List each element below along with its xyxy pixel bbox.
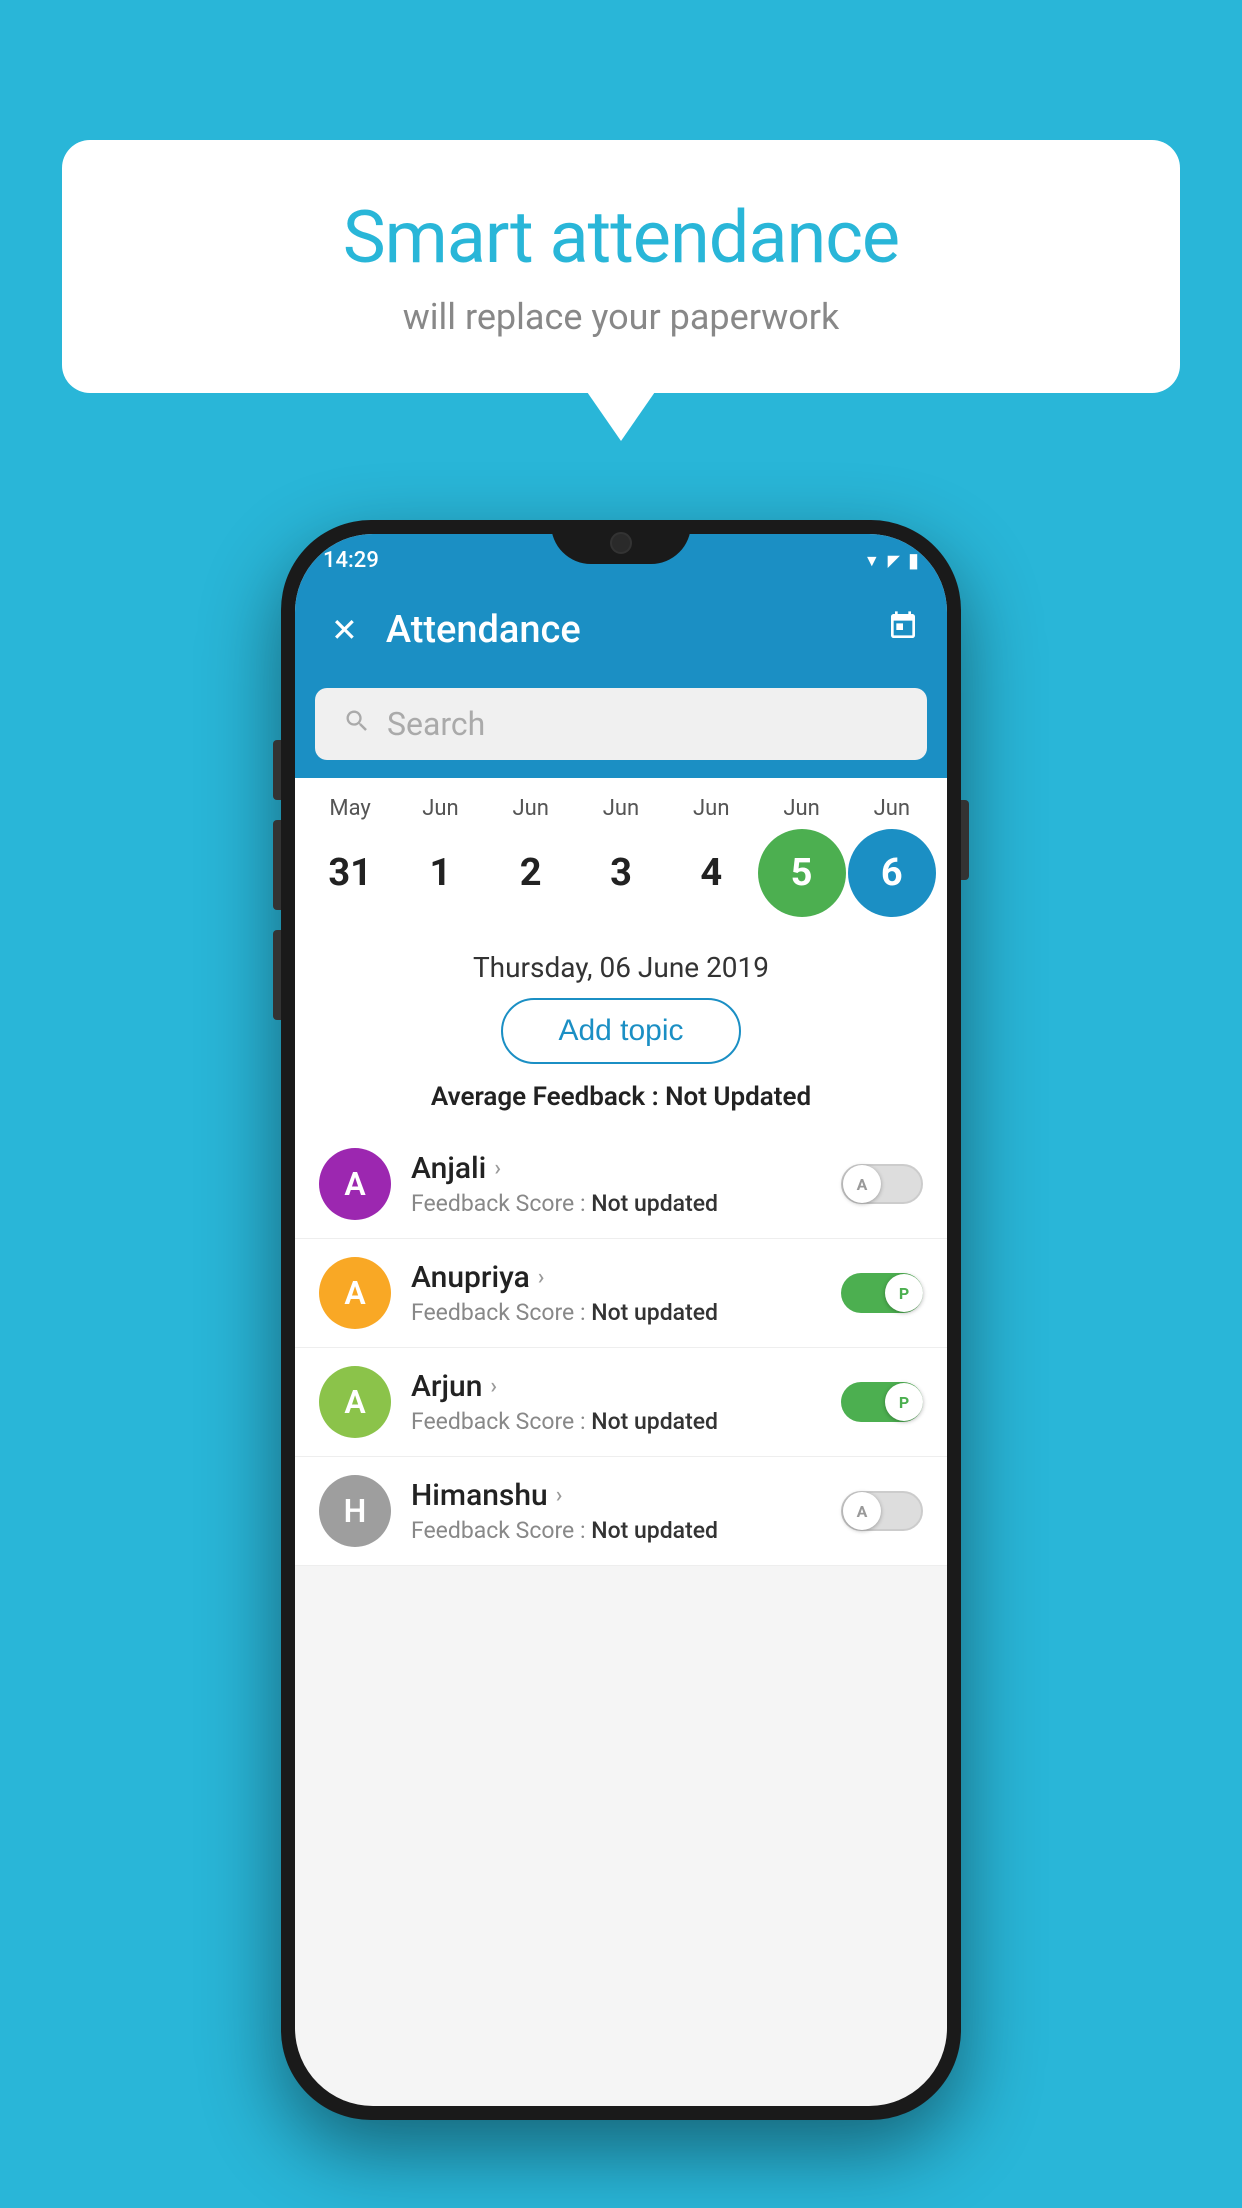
phone-outer: 14:29 ▮ ✕ Attendance <box>281 520 961 2120</box>
avatar-arjun: A <box>319 1366 391 1438</box>
calendar-dates: 31 1 2 3 4 5 6 <box>305 829 937 917</box>
status-icons: ▮ <box>864 548 919 572</box>
toggle-knob-arjun: P <box>885 1383 923 1421</box>
toggle-himanshu[interactable]: A <box>841 1491 923 1531</box>
search-placeholder: Search <box>387 705 485 743</box>
student-info-anjali: Anjali › Feedback Score : Not updated <box>411 1151 821 1217</box>
cal-day-5-today[interactable]: 5 <box>758 829 846 917</box>
silent-button <box>273 740 281 800</box>
selected-date-label: Thursday, 06 June 2019 <box>295 931 947 998</box>
phone-notch <box>551 520 691 564</box>
signal-icon <box>888 550 900 571</box>
status-time: 14:29 <box>323 548 379 573</box>
toggle-switch-anjali[interactable]: A <box>841 1164 923 1204</box>
avg-feedback-label: Average Feedback : <box>431 1082 665 1112</box>
student-feedback-anjali: Feedback Score : Not updated <box>411 1190 821 1217</box>
month-1: Jun <box>396 796 484 821</box>
toggle-anjali[interactable]: A <box>841 1164 923 1204</box>
volume-down-button <box>273 930 281 1020</box>
avg-feedback: Average Feedback : Not Updated <box>295 1082 947 1130</box>
volume-up-button <box>273 820 281 910</box>
cal-day-3[interactable]: 3 <box>577 829 665 917</box>
speech-bubble-container: Smart attendance will replace your paper… <box>62 140 1180 393</box>
battery-icon: ▮ <box>908 548 919 572</box>
avatar-himanshu: H <box>319 1475 391 1547</box>
month-4: Jun <box>667 796 755 821</box>
student-feedback-arjun: Feedback Score : Not updated <box>411 1408 821 1435</box>
student-name-arjun: Arjun › <box>411 1369 821 1404</box>
toggle-switch-arjun[interactable]: P <box>841 1382 923 1422</box>
avg-feedback-value: Not Updated <box>665 1082 811 1112</box>
search-icon <box>343 707 371 742</box>
student-item-anjali[interactable]: A Anjali › Feedback Score : Not updated <box>295 1130 947 1239</box>
month-6: Jun <box>848 796 936 821</box>
chevron-icon-arjun: › <box>490 1374 497 1399</box>
content-area: Thursday, 06 June 2019 Add topic Average… <box>295 931 947 1566</box>
student-info-himanshu: Himanshu › Feedback Score : Not updated <box>411 1478 821 1544</box>
student-feedback-anupriya: Feedback Score : Not updated <box>411 1299 821 1326</box>
month-3: Jun <box>577 796 665 821</box>
toggle-knob-anjali: A <box>843 1165 881 1203</box>
month-0: May <box>306 796 394 821</box>
student-info-arjun: Arjun › Feedback Score : Not updated <box>411 1369 821 1435</box>
avatar-anjali: A <box>319 1148 391 1220</box>
speech-bubble-subtitle: will replace your paperwork <box>122 296 1120 338</box>
student-info-anupriya: Anupriya › Feedback Score : Not updated <box>411 1260 821 1326</box>
calendar-strip: May Jun Jun Jun Jun Jun Jun 31 1 2 3 4 5… <box>295 778 947 931</box>
cal-day-6-selected[interactable]: 6 <box>848 829 936 917</box>
chevron-icon-anjali: › <box>494 1156 501 1181</box>
toggle-anupriya[interactable]: P <box>841 1273 923 1313</box>
add-topic-button[interactable]: Add topic <box>501 998 740 1064</box>
toggle-knob-anupriya: P <box>885 1274 923 1312</box>
student-name-anupriya: Anupriya › <box>411 1260 821 1295</box>
cal-day-2[interactable]: 2 <box>487 829 575 917</box>
cal-day-1[interactable]: 1 <box>396 829 484 917</box>
power-button <box>961 800 969 880</box>
close-button[interactable]: ✕ <box>323 603 366 657</box>
student-list: A Anjali › Feedback Score : Not updated <box>295 1130 947 1566</box>
avatar-anupriya: A <box>319 1257 391 1329</box>
phone-screen: 14:29 ▮ ✕ Attendance <box>295 534 947 2106</box>
student-name-himanshu: Himanshu › <box>411 1478 821 1513</box>
chevron-icon-anupriya: › <box>538 1265 545 1290</box>
chevron-icon-himanshu: › <box>556 1483 563 1508</box>
student-item-arjun[interactable]: A Arjun › Feedback Score : Not updated <box>295 1348 947 1457</box>
toggle-switch-anupriya[interactable]: P <box>841 1273 923 1313</box>
front-camera <box>610 532 632 554</box>
wifi-icon <box>864 550 880 571</box>
student-feedback-himanshu: Feedback Score : Not updated <box>411 1517 821 1544</box>
cal-day-4[interactable]: 4 <box>667 829 755 917</box>
student-item-anupriya[interactable]: A Anupriya › Feedback Score : Not update… <box>295 1239 947 1348</box>
toggle-arjun[interactable]: P <box>841 1382 923 1422</box>
speech-bubble-title: Smart attendance <box>122 195 1120 280</box>
cal-day-31[interactable]: 31 <box>306 829 394 917</box>
search-bar[interactable]: Search <box>315 688 927 760</box>
speech-bubble: Smart attendance will replace your paper… <box>62 140 1180 393</box>
app-bar-title: Attendance <box>386 608 867 652</box>
student-name-anjali: Anjali › <box>411 1151 821 1186</box>
month-5: Jun <box>758 796 846 821</box>
app-bar: ✕ Attendance <box>295 586 947 674</box>
phone-container: 14:29 ▮ ✕ Attendance <box>281 520 961 2120</box>
search-container: Search <box>295 674 947 778</box>
month-2: Jun <box>487 796 575 821</box>
toggle-switch-himanshu[interactable]: A <box>841 1491 923 1531</box>
toggle-knob-himanshu: A <box>843 1492 881 1530</box>
calendar-months: May Jun Jun Jun Jun Jun Jun <box>305 796 937 821</box>
student-item-himanshu[interactable]: H Himanshu › Feedback Score : Not update… <box>295 1457 947 1566</box>
calendar-icon[interactable] <box>887 610 919 650</box>
